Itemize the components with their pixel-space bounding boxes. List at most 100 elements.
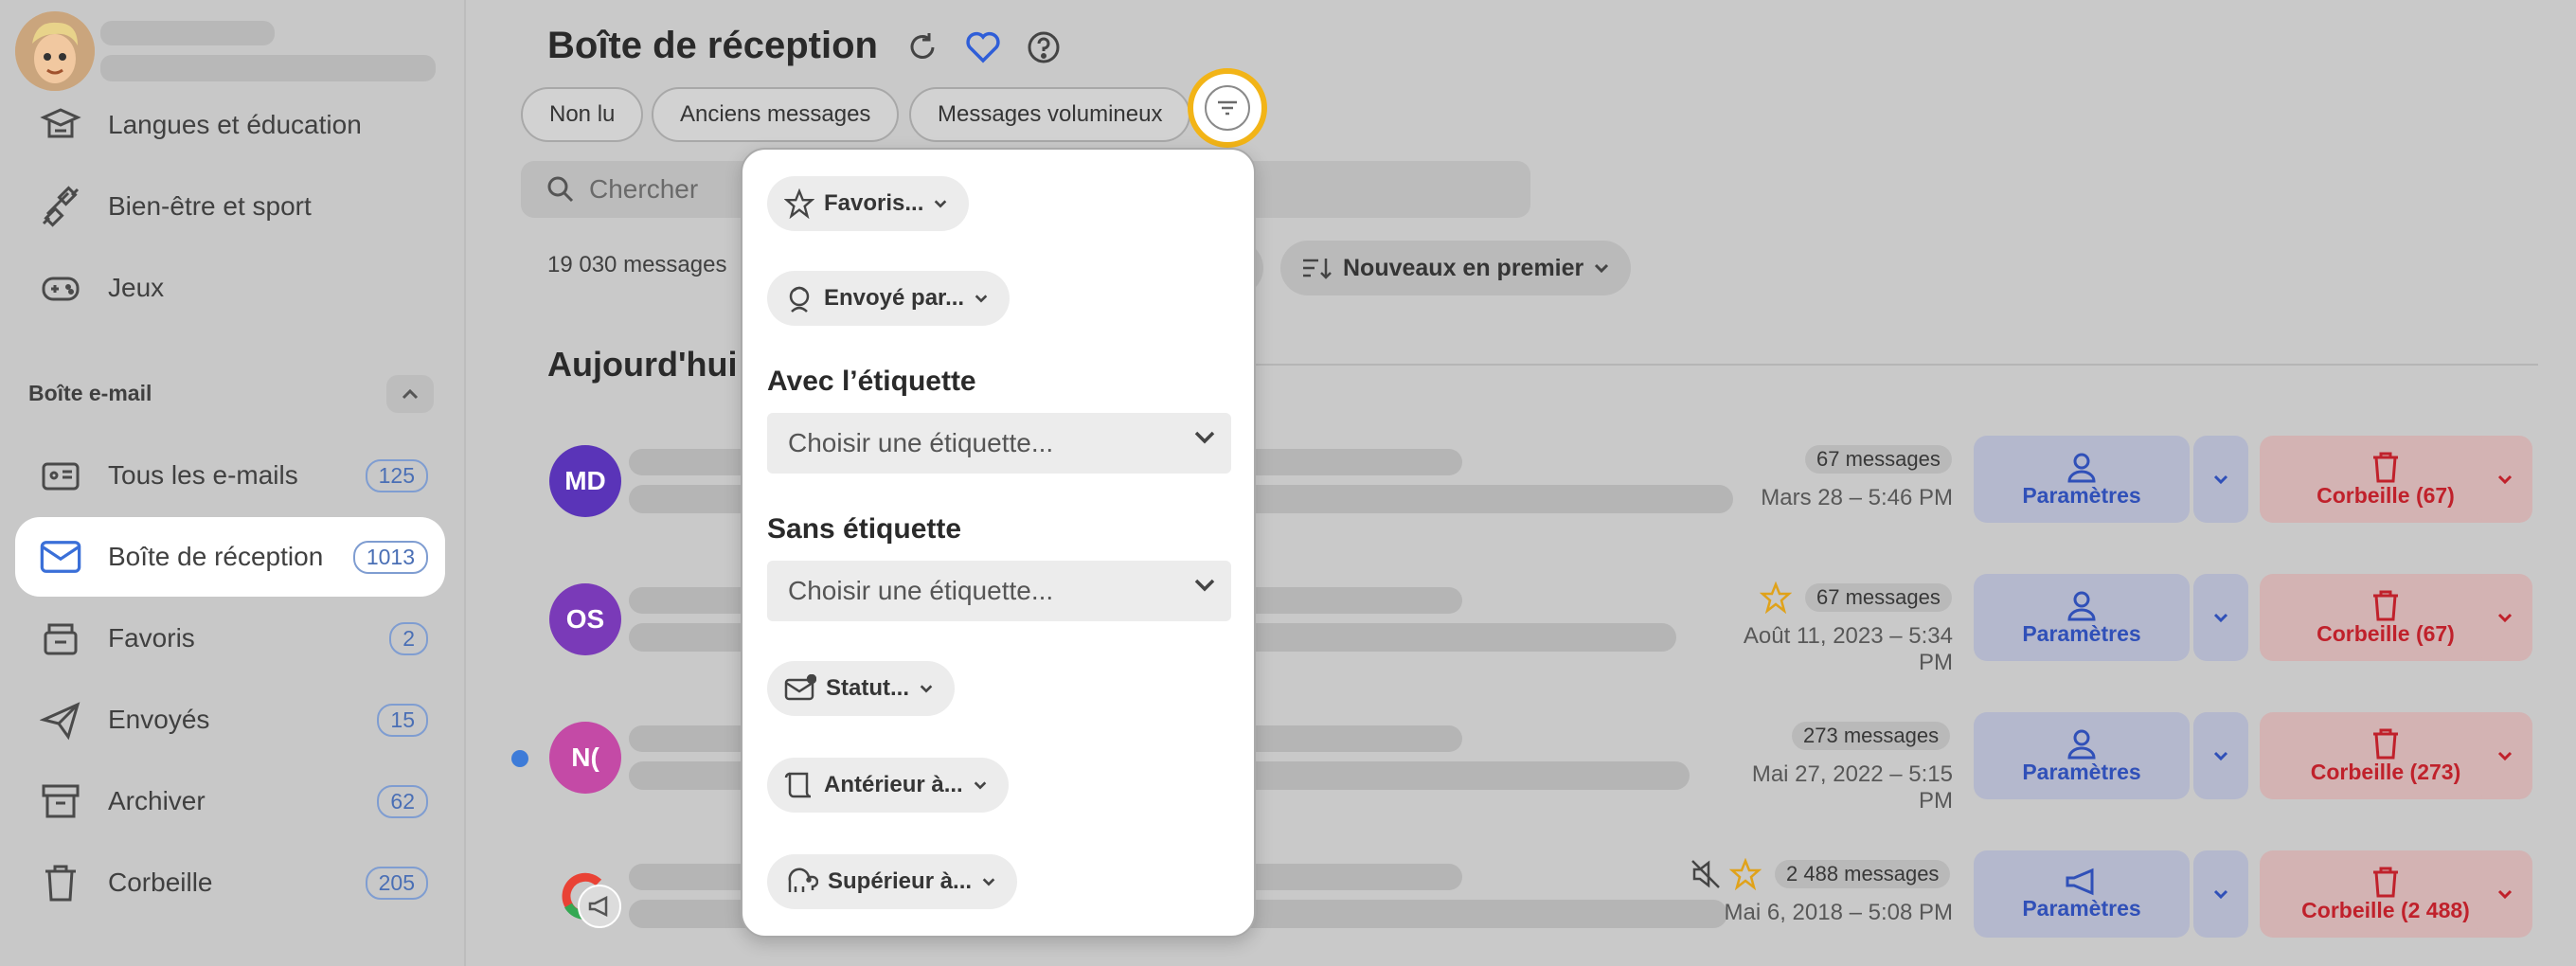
chevron-down-icon xyxy=(2497,474,2513,485)
filter-chip-old[interactable]: Anciens messages xyxy=(652,87,900,142)
star-icon xyxy=(784,188,814,219)
without-label-placeholder: Choisir une étiquette... xyxy=(788,576,1054,605)
settings-button[interactable]: Paramètres xyxy=(1974,712,2190,799)
filter-icon xyxy=(1205,85,1250,131)
collapse-section-button[interactable] xyxy=(386,375,434,413)
star-icon[interactable] xyxy=(1760,581,1792,614)
trash-label: Corbeille (273) xyxy=(2310,759,2461,784)
chevron-down-icon xyxy=(2497,889,2513,900)
group-title: Aujourd'hui xyxy=(547,345,738,384)
chevron-up-icon xyxy=(402,388,419,400)
larger-than-filter-label: Supérieur à... xyxy=(828,868,973,894)
filter-toggle-button[interactable] xyxy=(1188,68,1267,148)
unread-count-badge: 1013 xyxy=(352,540,428,574)
sort-dropdown[interactable]: Nouveaux en premier xyxy=(1280,241,1632,295)
settings-dropdown[interactable] xyxy=(2193,850,2248,938)
chevron-down-icon xyxy=(920,685,933,693)
sidebar-item-sent[interactable]: Envoyés 15 xyxy=(15,680,445,760)
mute-icon[interactable] xyxy=(1690,858,1722,890)
settings-label: Paramètres xyxy=(2022,759,2141,784)
last-date: Mai 27, 2022 – 5:15 PM xyxy=(1751,761,1953,814)
last-date: Mai 6, 2018 – 5:08 PM xyxy=(1724,900,1953,925)
trash-icon xyxy=(2373,867,2398,897)
sender-avatar: N( xyxy=(549,722,621,794)
settings-label: Paramètres xyxy=(2022,895,2141,921)
heart-icon[interactable] xyxy=(964,28,1002,66)
trash-dropdown[interactable] xyxy=(2478,712,2532,799)
dumbbell-icon xyxy=(34,180,87,233)
settings-button[interactable]: Paramètres xyxy=(1974,850,2190,938)
trash-dropdown[interactable] xyxy=(2478,436,2532,523)
trash-button[interactable]: Corbeille (2 488) xyxy=(2260,850,2512,938)
user-avatar[interactable] xyxy=(15,11,95,91)
chevron-down-icon xyxy=(1194,579,1215,592)
settings-dropdown[interactable] xyxy=(2193,712,2248,799)
star-icon[interactable] xyxy=(1729,858,1762,890)
status-filter-label: Statut... xyxy=(826,675,909,701)
trash-icon xyxy=(2373,728,2398,759)
with-label-title: Avec l’étiquette xyxy=(767,366,976,397)
sidebar-item-education[interactable]: Langues et éducation xyxy=(15,85,445,165)
sender-avatar: OS xyxy=(549,583,621,655)
sidebar-item-all-mail[interactable]: Tous les e-mails 125 xyxy=(15,436,445,515)
status-filter-dropdown[interactable]: Statut... xyxy=(767,661,955,716)
all-mail-icon xyxy=(34,449,87,502)
sort-label: Nouveaux en premier xyxy=(1343,254,1584,281)
settings-dropdown[interactable] xyxy=(2193,436,2248,523)
sidebar-item-wellness[interactable]: Bien-être et sport xyxy=(15,167,445,246)
education-icon xyxy=(34,98,87,152)
filter-popup: Favoris... Envoyé par... Avec l’étiquett… xyxy=(741,148,1256,938)
chevron-down-icon xyxy=(935,200,947,208)
sidebar-item-label: Corbeille xyxy=(108,868,213,897)
sidebar-item-label: Bien-être et sport xyxy=(108,191,312,221)
trash-label: Corbeille (67) xyxy=(2317,482,2455,508)
archive-icon xyxy=(34,775,87,828)
mailbox-section-title: Boîte e-mail xyxy=(28,381,152,405)
before-date-filter-dropdown[interactable]: Antérieur à... xyxy=(767,758,1009,813)
with-label-placeholder: Choisir une étiquette... xyxy=(788,428,1054,457)
favorites-filter-dropdown[interactable]: Favoris... xyxy=(767,176,970,231)
settings-button[interactable]: Paramètres xyxy=(1974,574,2190,661)
mail-status-icon xyxy=(784,674,816,701)
page-title: Boîte de réception xyxy=(547,25,878,66)
settings-button[interactable]: Paramètres xyxy=(1974,436,2190,523)
sidebar-item-label: Boîte de réception xyxy=(108,542,324,571)
filter-chip-unread[interactable]: Non lu xyxy=(521,87,644,142)
refresh-icon[interactable] xyxy=(903,28,941,66)
filter-chip-large[interactable]: Messages volumineux xyxy=(909,87,1191,142)
unread-dot xyxy=(511,750,528,767)
message-count-badge: 67 messages xyxy=(1805,445,1952,474)
sidebar-item-trash[interactable]: Corbeille 205 xyxy=(15,843,445,922)
megaphone-icon xyxy=(578,885,621,928)
larger-than-filter-dropdown[interactable]: Supérieur à... xyxy=(767,854,1018,909)
help-icon[interactable] xyxy=(1025,28,1063,66)
sidebar-item-games[interactable]: Jeux xyxy=(15,248,445,328)
inbox-icon xyxy=(34,530,87,583)
unread-count-badge: 2 xyxy=(389,621,428,655)
unread-count-badge: 125 xyxy=(365,458,428,492)
trash-button[interactable]: Corbeille (273) xyxy=(2260,712,2512,799)
trash-button[interactable]: Corbeille (67) xyxy=(2260,436,2512,523)
trash-icon xyxy=(2373,452,2398,482)
last-date: Août 11, 2023 – 5:34 PM xyxy=(1743,623,1953,675)
trash-button[interactable]: Corbeille (67) xyxy=(2260,574,2512,661)
sidebar-item-label: Favoris xyxy=(108,623,195,653)
sidebar-item-favorites[interactable]: Favoris 2 xyxy=(15,599,445,678)
favorites-filter-label: Favoris... xyxy=(824,190,924,216)
unread-count-badge: 15 xyxy=(377,703,428,737)
sender-avatar: MD xyxy=(549,445,621,517)
settings-dropdown[interactable] xyxy=(2193,574,2248,661)
person-icon xyxy=(2067,453,2096,482)
sidebar-item-label: Tous les e-mails xyxy=(108,460,298,490)
trash-dropdown[interactable] xyxy=(2478,850,2532,938)
sent-by-filter-dropdown[interactable]: Envoyé par... xyxy=(767,271,1011,326)
user-name-placeholder xyxy=(100,21,275,45)
gamepad-icon xyxy=(34,261,87,314)
trash-dropdown[interactable] xyxy=(2478,574,2532,661)
with-label-select[interactable]: Choisir une étiquette... xyxy=(767,413,1231,474)
sidebar-item-archive[interactable]: Archiver 62 xyxy=(15,761,445,841)
message-count: 19 030 messages xyxy=(547,252,727,277)
sidebar-item-inbox[interactable]: Boîte de réception 1013 xyxy=(15,517,445,597)
without-label-select[interactable]: Choisir une étiquette... xyxy=(767,561,1231,621)
favorites-icon xyxy=(34,612,87,665)
